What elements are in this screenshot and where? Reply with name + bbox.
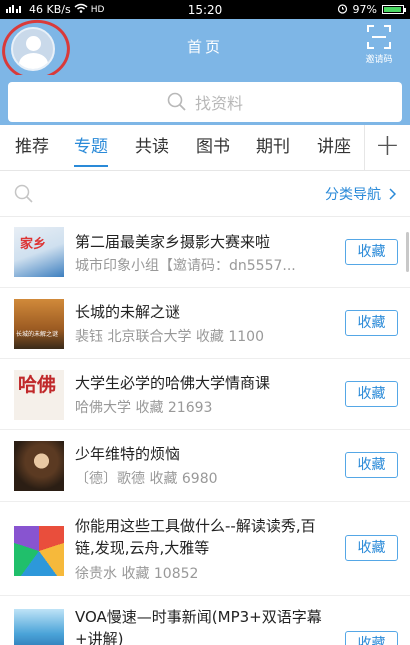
item-thumbnail: 长城的未解之谜 <box>14 299 64 349</box>
item-subtitle: 城市印象小组【邀请码：dn5557... <box>75 258 296 274</box>
item-thumbnail <box>14 609 64 645</box>
status-bar: 46 KB/s HD 15:20 97% <box>0 0 410 19</box>
search-placeholder: 找资料 <box>194 94 243 113</box>
battery-icon <box>382 5 406 14</box>
scan-icon <box>367 25 391 49</box>
list-item[interactable]: VOA慢速—时事新闻(MP3+双语字幕+讲解) 收藏 <box>0 596 410 645</box>
scan-button[interactable]: 邀请码 <box>358 25 400 69</box>
network-speed: 46 KB/s <box>29 3 71 16</box>
scan-label: 邀请码 <box>365 55 393 65</box>
search-icon <box>167 92 186 111</box>
tab-topics[interactable]: 专题 <box>74 125 108 171</box>
item-title: 你能用这些工具做什么--解读读秀,百链,发现,云舟,大雅等 <box>75 517 316 557</box>
item-subtitle: 徐贵水 收藏 10852 <box>75 566 199 582</box>
category-nav-label: 分类导航 <box>325 186 381 203</box>
category-bar: 分类导航 <box>0 171 410 217</box>
item-thumbnail: 哈佛 <box>14 370 64 420</box>
search-icon[interactable] <box>14 184 34 204</box>
item-thumbnail <box>14 441 64 491</box>
list-item[interactable]: 家乡 第二届最美家乡摄影大赛来啦 城市印象小组【邀请码：dn5557... 收藏 <box>0 217 410 288</box>
item-subtitle: 〔德〕歌德 收藏 6980 <box>75 471 218 487</box>
alarm-icon <box>337 3 348 17</box>
favorite-button[interactable]: 收藏 <box>345 381 398 407</box>
wifi-icon <box>74 3 88 16</box>
favorite-button[interactable]: 收藏 <box>345 239 398 265</box>
item-subtitle: 哈佛大学 收藏 21693 <box>75 400 213 416</box>
scrollbar[interactable] <box>406 232 409 272</box>
tab-lectures[interactable]: 讲座 <box>317 125 351 171</box>
tab-journals[interactable]: 期刊 <box>256 125 290 171</box>
item-title: 第二届最美家乡摄影大赛来啦 <box>75 233 271 251</box>
app-header: 首页 邀请码 <box>0 15 410 85</box>
list-item[interactable]: 你能用这些工具做什么--解读读秀,百链,发现,云舟,大雅等 徐贵水 收藏 108… <box>0 502 410 596</box>
category-nav-link[interactable]: 分类导航 <box>325 184 396 204</box>
search-area: 找资料 <box>0 75 410 125</box>
tab-coreading[interactable]: 共读 <box>135 125 169 171</box>
topic-list: 家乡 第二届最美家乡摄影大赛来啦 城市印象小组【邀请码：dn5557... 收藏… <box>0 217 410 645</box>
favorite-button[interactable]: 收藏 <box>345 310 398 336</box>
signal-icon <box>6 3 26 16</box>
list-item[interactable]: 少年维特的烦恼 〔德〕歌德 收藏 6980 收藏 <box>0 430 410 502</box>
item-title: 长城的未解之谜 <box>75 303 181 321</box>
hd-call-icon: HD <box>90 4 105 15</box>
tab-recommend[interactable]: 推荐 <box>15 125 49 171</box>
favorite-button[interactable]: 收藏 <box>345 452 398 478</box>
item-title: VOA慢速—时事新闻(MP3+双语字幕+讲解) <box>75 608 322 645</box>
tab-books[interactable]: 图书 <box>196 125 230 171</box>
page-title: 首页 <box>186 38 223 56</box>
chevron-right-icon <box>389 187 396 200</box>
item-subtitle: 裴钰 北京联合大学 收藏 1100 <box>75 329 264 345</box>
list-item[interactable]: 哈佛 大学生必学的哈佛大学情商课 哈佛大学 收藏 21693 收藏 <box>0 359 410 430</box>
list-item[interactable]: 长城的未解之谜 长城的未解之谜 裴钰 北京联合大学 收藏 1100 收藏 <box>0 288 410 359</box>
favorite-button[interactable]: 收藏 <box>345 535 398 561</box>
item-title: 少年维特的烦恼 <box>75 445 181 463</box>
category-tabs: 推荐 专题 共读 图书 期刊 讲座 + <box>0 125 410 171</box>
favorite-button[interactable]: 收藏 <box>345 631 398 645</box>
item-thumbnail: 家乡 <box>14 227 64 277</box>
battery-percent: 97% <box>352 3 377 16</box>
search-input[interactable]: 找资料 <box>8 82 402 122</box>
add-tab-button[interactable]: + <box>364 125 410 171</box>
item-thumbnail <box>14 526 64 576</box>
item-title: 大学生必学的哈佛大学情商课 <box>75 374 271 392</box>
